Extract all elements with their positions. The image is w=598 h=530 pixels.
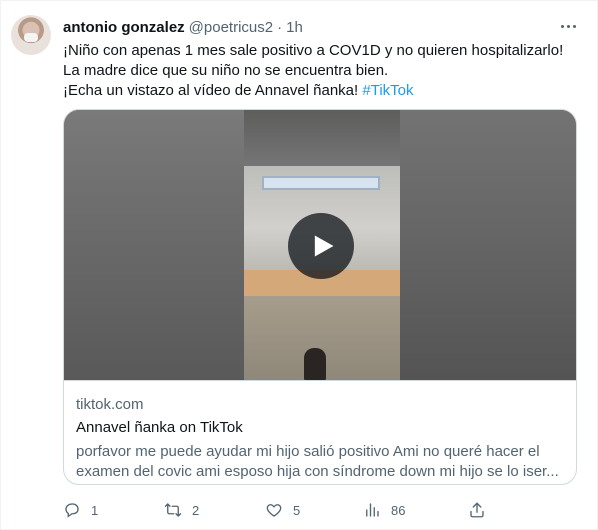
avatar[interactable] [11, 15, 51, 55]
share-button[interactable] [468, 501, 486, 519]
tweet-actions: 1 2 5 86 [63, 501, 563, 521]
avatar-mask-detail [24, 33, 38, 42]
card-description-line: porfavor me puede ayudar mi hijo salió p… [76, 443, 540, 460]
author-handle[interactable]: @poetricus2 [189, 19, 273, 36]
heart-icon [266, 504, 282, 517]
card-description: porfavor me puede ayudar mi hijo salió p… [76, 442, 564, 482]
hashtag-link[interactable]: #TikTok [362, 82, 413, 99]
author-name[interactable]: antonio gonzalez [63, 19, 185, 36]
reply-button[interactable]: 1 [63, 501, 98, 519]
more-horizontal-icon[interactable] [559, 19, 577, 33]
share-icon [470, 502, 484, 518]
views-button[interactable]: 86 [363, 501, 405, 519]
retweet-count: 2 [192, 502, 200, 518]
card-info[interactable]: tiktok.com Annavel ñanka on TikTok porfa… [64, 380, 576, 484]
card-description-line: examen del covic ami esposo hija con sín… [76, 463, 559, 480]
retweet-button[interactable]: 2 [164, 501, 199, 519]
like-count: 5 [293, 502, 301, 518]
tweet-text-line: La madre dice que su niño no se encuentr… [63, 62, 389, 79]
blurred-background-left [64, 110, 244, 380]
reply-icon [65, 503, 79, 518]
reply-count: 1 [91, 502, 99, 518]
views-count: 86 [391, 502, 406, 518]
link-preview-card[interactable]: tiktok.com Annavel ñanka on TikTok porfa… [63, 109, 577, 485]
frame-shoe [304, 348, 326, 380]
separator-dot: · [277, 18, 283, 36]
retweet-icon [164, 503, 182, 517]
like-button[interactable]: 5 [265, 501, 300, 519]
video-thumbnail[interactable] [64, 110, 576, 380]
tweet[interactable]: antonio gonzalez @poetricus2 · 1h ¡Niño … [0, 0, 598, 530]
play-icon [314, 235, 334, 257]
tweet-text-line: ¡Niño con apenas 1 mes sale positivo a C… [63, 42, 564, 59]
tweet-time[interactable]: 1h [286, 19, 303, 36]
tweet-text-line: ¡Echa un vistazo al vídeo de Annavel ñan… [63, 82, 363, 99]
tweet-text: ¡Niño con apenas 1 mes sale positivo a C… [63, 41, 583, 101]
card-title: Annavel ñanka on TikTok [76, 419, 243, 436]
blurred-background-right [400, 110, 576, 380]
tweet-header: antonio gonzalez @poetricus2 · 1h [63, 17, 303, 37]
frame-ceiling-light [262, 176, 380, 190]
card-domain: tiktok.com [76, 396, 144, 413]
frame-dark-top [244, 110, 400, 170]
play-button[interactable] [288, 213, 354, 279]
tweet-text-line-with-hashtag: ¡Echa un vistazo al vídeo de Annavel ñan… [63, 81, 583, 101]
analytics-icon [366, 503, 379, 517]
